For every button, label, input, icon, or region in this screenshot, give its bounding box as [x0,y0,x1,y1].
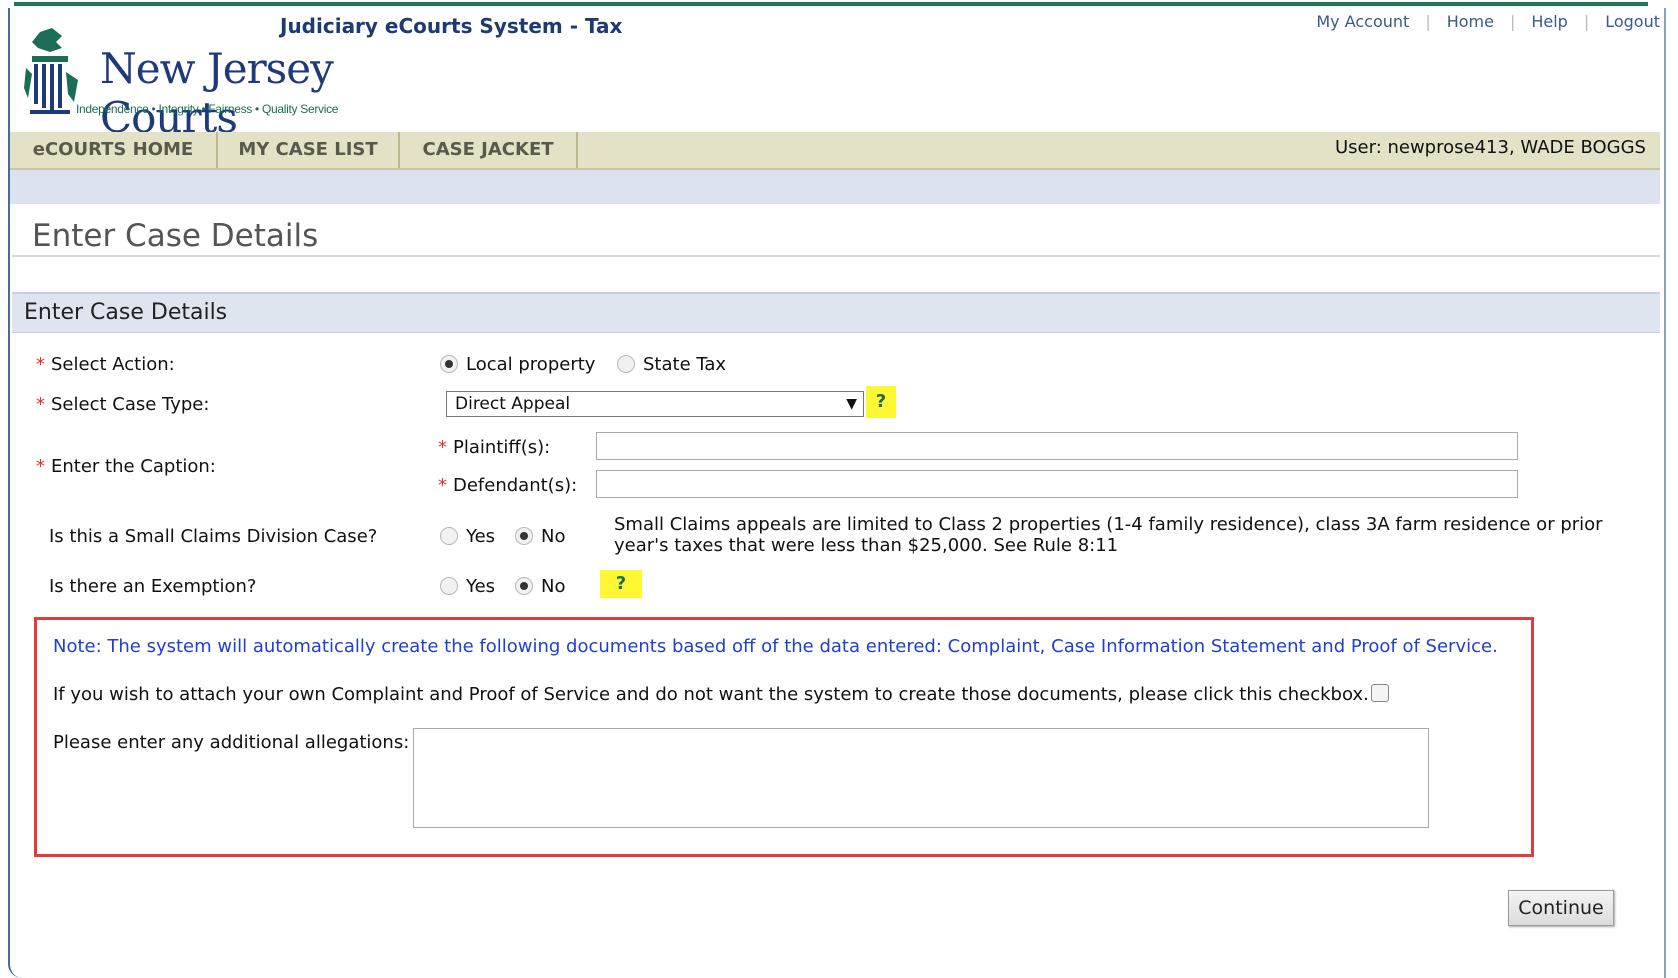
page-title: Enter Case Details [32,218,319,254]
dropdown-arrow-icon: ▼ [846,396,857,412]
small-claims-label: Is this a Small Claims Division Case? [49,526,378,547]
radio-button[interactable] [617,355,635,373]
radio-button[interactable] [515,527,533,545]
required-mark: * [36,394,45,415]
radio-button[interactable] [440,355,458,373]
case-type-select[interactable]: Direct Appeal ▼ [446,391,864,417]
courthouse-icon [24,28,78,114]
logo-tagline: Independence • Integrity • Fairness • Qu… [76,102,339,116]
radio-state-tax[interactable]: State Tax [617,354,726,375]
required-mark: * [36,354,45,375]
allegations-label: Please enter any additional allegations: [53,732,410,753]
nj-courts-logo: New Jersey Courts Independence • Integri… [22,28,402,142]
select-case-type-label: * Select Case Type: [36,394,210,415]
my-account-link[interactable]: My Account [1316,12,1409,31]
note-box: Note: The system will automatically crea… [34,617,1534,857]
user-info: User: newprose413, WADE BOGGS [1334,137,1646,158]
own-documents-checkbox[interactable] [1370,684,1389,702]
auto-documents-note: Note: The system will automatically crea… [53,636,1498,657]
home-link[interactable]: Home [1447,12,1494,31]
required-mark: * [438,437,447,458]
continue-button[interactable]: Continue [1508,890,1614,926]
radio-local-property[interactable]: Local property [440,354,595,375]
case-type-help-icon[interactable]: ? [866,386,896,418]
plaintiff-input[interactable] [596,432,1518,460]
case-type-value: Direct Appeal [455,394,571,414]
link-separator: | [1583,12,1590,31]
nav-my-case-list[interactable]: MY CASE LIST [218,132,400,168]
link-separator: | [1509,12,1516,31]
exemption-help-icon[interactable]: ? [600,570,642,598]
required-mark: * [438,475,447,496]
section-title: Enter Case Details [24,300,228,325]
main-nav: eCOURTS HOME MY CASE LIST CASE JACKET Us… [10,132,1660,170]
radio-exemption-no[interactable]: No [515,576,565,597]
caption-label: * Enter the Caption: [36,456,216,477]
top-links: My Account | Home | Help | Logout [1316,12,1660,31]
radio-button[interactable] [515,577,533,595]
radio-exemption-yes[interactable]: Yes [440,576,495,597]
link-separator: | [1425,12,1431,31]
radio-button[interactable] [440,527,458,545]
radio-button[interactable] [440,577,458,595]
exemption-label: Is there an Exemption? [49,576,257,597]
radio-small-claims-yes[interactable]: Yes [440,526,495,547]
top-accent-line [14,2,1648,6]
subnav-band [10,170,1660,204]
defendant-label: * Defendant(s): [438,475,578,496]
nav-case-jacket[interactable]: CASE JACKET [400,132,578,168]
help-link[interactable]: Help [1531,12,1567,31]
defendant-input[interactable] [596,470,1518,498]
required-mark: * [36,456,45,477]
plaintiff-label: * Plaintiff(s): [438,437,551,458]
select-action-label: * Select Action: [36,354,175,375]
small-claims-info: Small Claims appeals are limited to Clas… [614,514,1603,556]
nav-ecourts-home[interactable]: eCOURTS HOME [10,132,218,168]
own-documents-text: If you wish to attach your own Complaint… [53,684,1369,705]
divider [12,255,1660,257]
radio-small-claims-no[interactable]: No [515,526,565,547]
logout-link[interactable]: Logout [1605,12,1660,31]
logo-title: New Jersey Courts [100,44,334,142]
section-header: Enter Case Details [12,292,1660,333]
own-documents-line: If you wish to attach your own Complaint… [53,684,1389,705]
allegations-textarea[interactable] [413,728,1429,828]
